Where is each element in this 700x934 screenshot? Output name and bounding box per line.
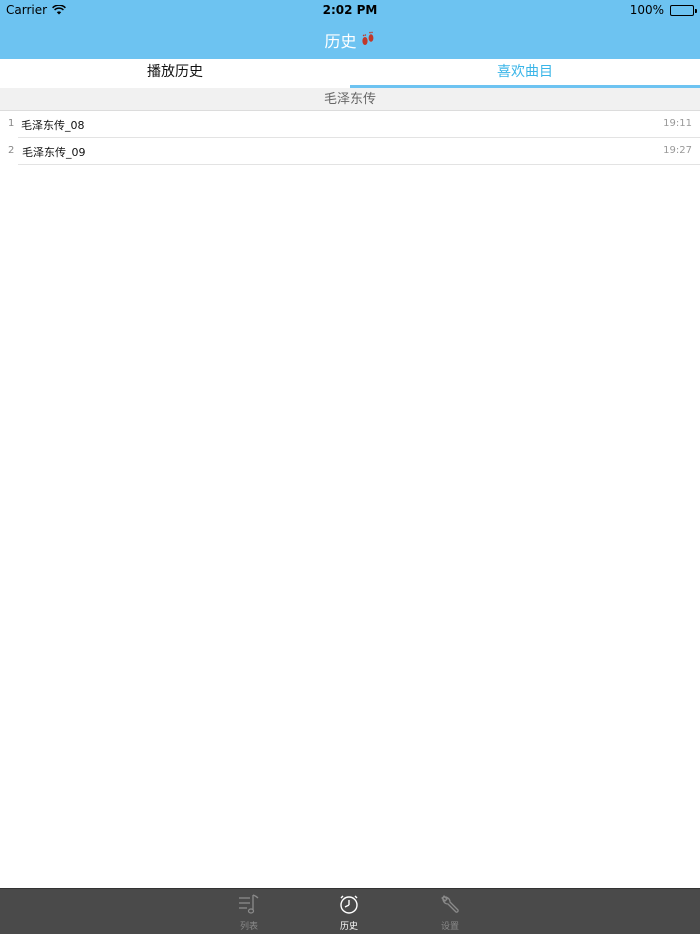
track-duration: 19:11 — [663, 118, 692, 129]
segment-play-history[interactable]: 播放历史 — [0, 59, 350, 88]
music-list-icon — [239, 894, 259, 914]
tab-settings-label: 设置 — [440, 922, 459, 932]
battery-icon — [670, 4, 697, 16]
battery-info: 100% — [629, 3, 697, 17]
tab-settings[interactable]: 设置 — [420, 893, 480, 932]
tab-list[interactable]: 列表 — [219, 893, 279, 932]
footprints-icon — [361, 31, 373, 45]
segment-control: 播放历史 喜欢曲目 — [0, 59, 700, 88]
page-title-text: 历史 — [324, 32, 357, 51]
section-header: 毛泽东传 — [0, 88, 700, 111]
status-bar: Carrier 2:02 PM 100% — [0, 0, 700, 20]
tab-bar: 列表 历史 设置 — [0, 888, 700, 934]
track-duration: 19:27 — [663, 145, 692, 156]
list-item[interactable]: 2 毛泽东传_09 19:27 — [8, 138, 700, 165]
status-time: 2:02 PM — [322, 3, 378, 17]
tab-history[interactable]: 历史 — [319, 893, 379, 932]
track-name: 毛泽东传_08 — [21, 119, 85, 132]
track-list: 1 毛泽东传_08 19:11 2 毛泽东传_09 19:27 — [0, 111, 700, 165]
list-item[interactable]: 1 毛泽东传_08 19:11 — [8, 111, 700, 138]
track-index: 2 — [8, 145, 15, 156]
battery-percent: 100% — [629, 3, 664, 17]
navigation-bar: Carrier 2:02 PM 100% 历史 — [0, 0, 700, 59]
segment-favorite-tracks[interactable]: 喜欢曲目 — [350, 59, 700, 88]
wrench-icon — [441, 895, 459, 913]
track-name: 毛泽东传_09 — [22, 146, 86, 159]
tab-history-label: 历史 — [339, 922, 358, 932]
clock-icon — [340, 895, 358, 914]
page-title: 历史 — [0, 28, 700, 52]
tab-list-label: 列表 — [239, 922, 258, 932]
track-index: 1 — [8, 118, 15, 129]
